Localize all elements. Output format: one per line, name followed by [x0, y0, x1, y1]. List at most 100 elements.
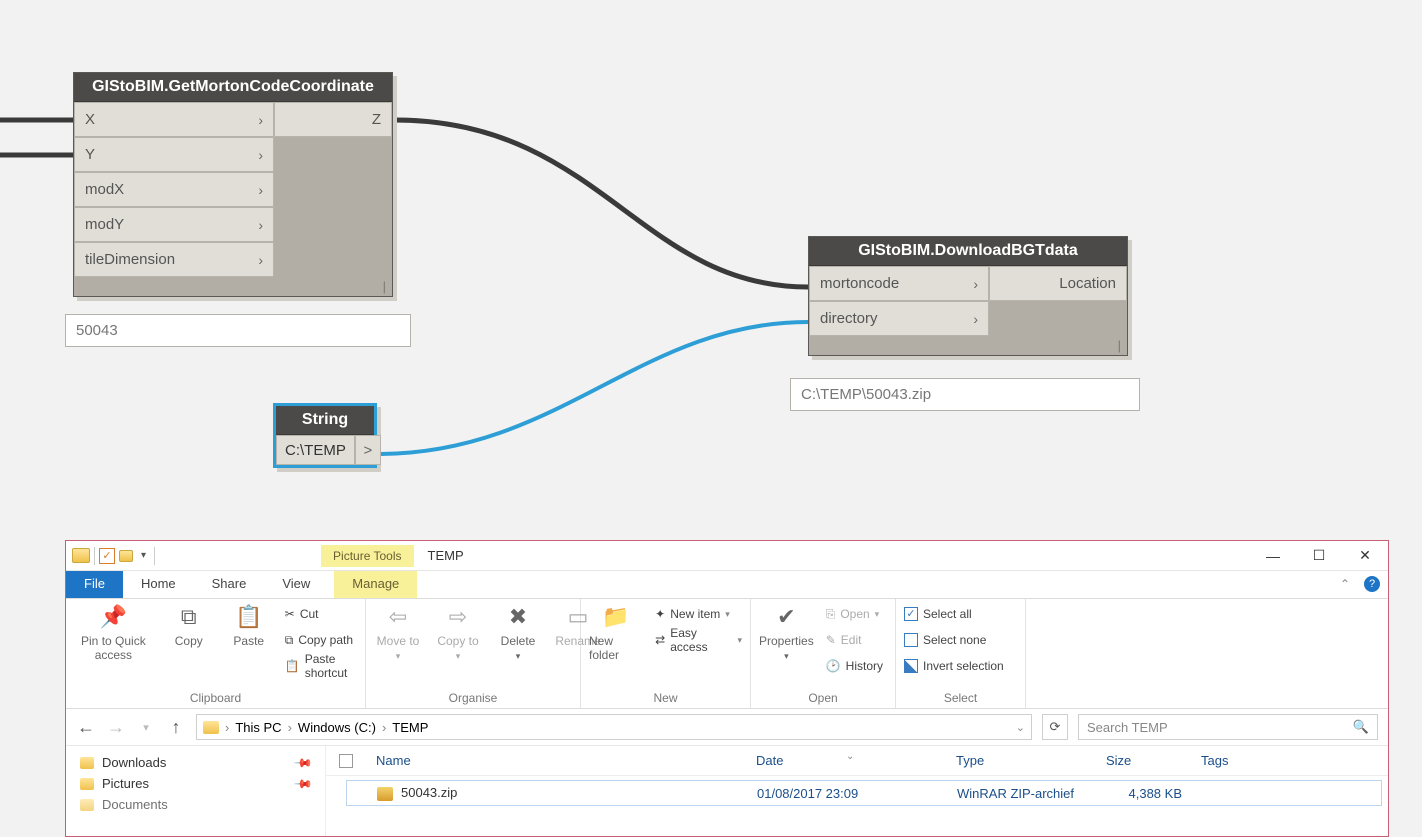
paste-shortcut-icon: 📋: [285, 659, 300, 673]
invert-selection-icon: [904, 659, 918, 673]
file-date: 01/08/2017 23:09: [747, 786, 947, 801]
tab-share[interactable]: Share: [194, 571, 265, 598]
search-input[interactable]: Search TEMP 🔍: [1078, 714, 1378, 740]
folder-icon: [80, 778, 94, 790]
tab-manage[interactable]: Manage: [334, 571, 417, 598]
maximize-button[interactable]: ☐: [1296, 541, 1342, 571]
navigation-pane: Downloads 📌 Pictures 📌 Documents: [66, 746, 326, 836]
column-size[interactable]: Size: [1096, 753, 1191, 768]
breadcrumb-thispc[interactable]: This PC: [235, 720, 281, 735]
address-bar: ← → ▾ ↑ › This PC › Windows (C:) › TEMP …: [66, 709, 1388, 746]
chevron-right-icon: ›: [258, 182, 263, 198]
column-name[interactable]: Name: [366, 753, 746, 768]
minimize-button[interactable]: —: [1250, 541, 1296, 571]
up-button[interactable]: ↑: [166, 717, 186, 738]
port-in-y[interactable]: Y›: [74, 137, 274, 172]
help-icon[interactable]: ?: [1364, 576, 1380, 592]
node-string[interactable]: String C:\TEMP >: [273, 403, 377, 468]
sidebar-item-downloads[interactable]: Downloads 📌: [76, 752, 315, 773]
new-folder-icon: 📁: [602, 603, 630, 631]
port-in-x[interactable]: X›: [74, 102, 274, 137]
select-none-button[interactable]: Select none: [904, 629, 1004, 651]
file-explorer-window: ✓ ▾ Picture Tools TEMP — ☐ ✕ File Home S…: [65, 540, 1389, 837]
port-out-string[interactable]: >: [355, 435, 381, 465]
tab-view[interactable]: View: [264, 571, 328, 598]
chevron-right-icon: ›: [288, 720, 292, 735]
group-label-new: New: [589, 688, 742, 708]
tab-home[interactable]: Home: [123, 571, 194, 598]
node-get-morton-code[interactable]: GIStoBIM.GetMortonCodeCoordinate X› Y› m…: [73, 72, 393, 297]
sort-indicator-icon: ⌄: [846, 751, 854, 762]
port-out-z[interactable]: Z: [274, 102, 392, 137]
qat-dropdown-icon[interactable]: ▾: [137, 550, 150, 561]
search-icon: 🔍: [1353, 719, 1369, 735]
breadcrumb-drive[interactable]: Windows (C:): [298, 720, 376, 735]
breadcrumb-folder[interactable]: TEMP: [392, 720, 428, 735]
open-button[interactable]: ⎘Open▾: [826, 603, 883, 625]
column-tags[interactable]: Tags: [1191, 753, 1388, 768]
edit-button[interactable]: ✎Edit: [826, 629, 883, 651]
chevron-right-icon: ›: [973, 276, 978, 292]
move-to-button[interactable]: ⇦Move to▾: [374, 603, 422, 662]
breadcrumb[interactable]: › This PC › Windows (C:) › TEMP ⌄: [196, 714, 1032, 740]
copy-to-icon: ⇨: [444, 603, 472, 631]
properties-button[interactable]: ✔Properties▾: [759, 603, 814, 662]
pin-to-quick-access-button[interactable]: 📌 Pin to Quick access: [74, 603, 153, 662]
select-all-button[interactable]: Select all: [904, 603, 1004, 625]
port-in-tiledimension[interactable]: tileDimension›: [74, 242, 274, 277]
column-headers: Name Date⌄ Type Size Tags: [326, 746, 1388, 776]
new-folder-button[interactable]: 📁New folder: [589, 603, 643, 662]
select-all-checkbox[interactable]: [339, 754, 353, 768]
easy-access-button[interactable]: ⇄Easy access▾: [655, 629, 742, 651]
folder-icon: [203, 721, 219, 734]
sidebar-item-documents[interactable]: Documents: [76, 794, 315, 815]
tab-file[interactable]: File: [66, 571, 123, 598]
select-all-icon: [904, 607, 918, 621]
properties-icon[interactable]: ✓: [99, 548, 115, 564]
node-title: GIStoBIM.DownloadBGTdata: [809, 237, 1127, 266]
pin-icon: 📌: [99, 603, 127, 631]
back-button[interactable]: ←: [76, 717, 96, 738]
port-in-mody[interactable]: modY›: [74, 207, 274, 242]
string-value[interactable]: C:\TEMP: [276, 435, 355, 465]
copy-button[interactable]: ⧉ Copy: [165, 603, 213, 648]
node-preview-morton: 50043: [65, 314, 411, 347]
search-placeholder: Search TEMP: [1087, 720, 1168, 735]
group-label-open: Open: [759, 688, 887, 708]
node-download-bgt[interactable]: GIStoBIM.DownloadBGTdata mortoncode› dir…: [808, 236, 1128, 356]
copy-to-button[interactable]: ⇨Copy to▾: [434, 603, 482, 662]
refresh-button[interactable]: ⟳: [1042, 714, 1068, 740]
group-label-clipboard: Clipboard: [74, 688, 357, 708]
properties-icon: ✔: [772, 603, 800, 631]
port-in-modx[interactable]: modX›: [74, 172, 274, 207]
recent-locations-button[interactable]: ▾: [136, 721, 156, 734]
node-title: GIStoBIM.GetMortonCodeCoordinate: [74, 73, 392, 102]
port-out-location[interactable]: Location: [989, 266, 1127, 301]
invert-selection-button[interactable]: Invert selection: [904, 655, 1004, 677]
close-button[interactable]: ✕: [1342, 541, 1388, 571]
titlebar: ✓ ▾ Picture Tools TEMP — ☐ ✕: [66, 541, 1388, 571]
collapse-ribbon-icon[interactable]: ⌃: [1334, 571, 1356, 598]
paste-button[interactable]: 📋 Paste: [225, 603, 273, 648]
cut-icon: ✂: [285, 607, 295, 621]
node-preview-download: C:\TEMP\50043.zip: [790, 378, 1140, 411]
copy-path-icon: ⧉: [285, 633, 294, 648]
forward-button[interactable]: →: [106, 717, 126, 738]
new-item-icon: ✦: [655, 607, 665, 621]
history-button[interactable]: 🕑History: [826, 655, 883, 677]
file-row[interactable]: 50043.zip 01/08/2017 23:09 WinRAR ZIP-ar…: [346, 780, 1382, 806]
port-in-mortoncode[interactable]: mortoncode›: [809, 266, 989, 301]
sidebar-item-pictures[interactable]: Pictures 📌: [76, 773, 315, 794]
breadcrumb-dropdown-icon[interactable]: ⌄: [1016, 721, 1025, 734]
new-item-button[interactable]: ✦New item▾: [655, 603, 742, 625]
new-folder-icon[interactable]: [119, 550, 133, 562]
quick-access-toolbar: ✓ ▾: [66, 547, 161, 565]
cut-button[interactable]: ✂Cut: [285, 603, 357, 625]
port-in-directory[interactable]: directory›: [809, 301, 989, 336]
copy-path-button[interactable]: ⧉Copy path: [285, 629, 357, 651]
file-name: 50043.zip: [401, 785, 457, 800]
delete-button[interactable]: ✖Delete▾: [494, 603, 542, 662]
column-date[interactable]: Date⌄: [746, 753, 946, 768]
paste-shortcut-button[interactable]: 📋Paste shortcut: [285, 655, 357, 677]
column-type[interactable]: Type: [946, 753, 1096, 768]
